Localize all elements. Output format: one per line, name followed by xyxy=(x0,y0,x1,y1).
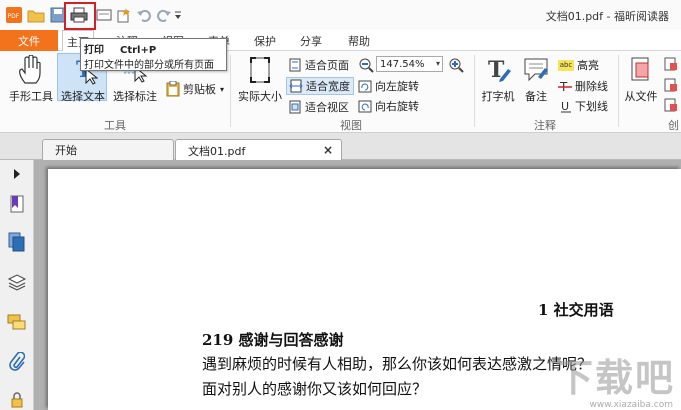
pages-icon[interactable] xyxy=(7,232,27,252)
document-viewport[interactable]: 1 社交用语 219 感谢与回答感谢 遇到麻烦的时候有人相助，那么你该如何表达感… xyxy=(34,160,681,410)
scan-icon[interactable] xyxy=(94,5,114,25)
note-icon xyxy=(524,58,548,82)
layers-icon[interactable] xyxy=(7,272,27,292)
tooltip-shortcut: Ctrl+P xyxy=(120,45,157,56)
tooltip-description: 打印文件中的部分或所有页面 xyxy=(84,60,214,71)
create-option-2[interactable] xyxy=(664,78,681,92)
from-file-icon xyxy=(631,57,649,81)
fit-width-button[interactable]: 适合宽度 xyxy=(286,77,354,95)
underline-icon: U xyxy=(561,100,571,113)
actual-size-button[interactable]: 实际大小 xyxy=(236,55,284,104)
group-label-view: 视图 xyxy=(340,119,362,132)
chapter-heading: 1 社交用语 xyxy=(538,301,614,319)
paragraph-line-2: 面对别人的感谢你又该如何回应？ xyxy=(202,380,428,398)
document-icon xyxy=(664,78,677,92)
from-file-button[interactable]: 从文件 xyxy=(622,55,660,104)
document-icon xyxy=(664,98,677,112)
fit-visible-icon xyxy=(289,100,301,114)
clipboard-icon xyxy=(166,81,180,97)
fit-visible-button[interactable]: 适合视区 xyxy=(288,99,349,115)
zoom-in-button[interactable] xyxy=(448,57,467,73)
create-option-3[interactable] xyxy=(664,98,681,112)
tab-start[interactable]: 开始 xyxy=(42,139,174,160)
highlight-button[interactable]: abc 高亮 xyxy=(558,57,599,73)
group-separator xyxy=(618,55,619,127)
tab-share[interactable]: 分享 xyxy=(296,30,326,51)
note-button[interactable]: 备注 xyxy=(520,55,552,104)
strikeout-button[interactable]: T 删除线 xyxy=(558,78,608,94)
group-label-create: 创 xyxy=(668,119,679,132)
window-title: 文档01.pdf - 福昕阅读器 xyxy=(545,10,669,23)
create-option-1[interactable] xyxy=(664,57,681,71)
left-sidebar xyxy=(0,160,34,410)
hand-tool-button[interactable]: 手形工具 xyxy=(8,55,54,104)
clipboard-button[interactable]: 剪贴板 ▾ xyxy=(166,81,224,97)
svg-text:PDF: PDF xyxy=(8,13,20,20)
fit-page-button[interactable]: 适合页面 xyxy=(288,57,349,73)
fit-page-icon xyxy=(289,58,301,72)
zoom-in-icon xyxy=(449,58,464,73)
fit-width-icon xyxy=(289,79,303,93)
underline-button[interactable]: U 下划线 xyxy=(560,98,608,114)
menu-file[interactable]: 文件 xyxy=(0,30,58,51)
document-tab-bar: 开始 文档01.pdf × xyxy=(0,133,681,161)
open-folder-icon[interactable] xyxy=(26,5,46,25)
section-heading: 219 感谢与回答感谢 xyxy=(202,331,344,349)
group-separator xyxy=(474,55,475,127)
actual-size-icon xyxy=(250,57,270,83)
attachment-icon[interactable] xyxy=(7,352,27,372)
document-icon xyxy=(664,57,677,71)
print-tooltip: 打印 Ctrl+P 打印文件中的部分或所有页面 xyxy=(80,38,227,71)
typewriter-icon: T xyxy=(488,57,511,83)
expand-panel-icon[interactable] xyxy=(7,164,27,184)
zoom-select[interactable]: 147.54% ▾ xyxy=(376,56,443,72)
strikeout-icon: T xyxy=(558,80,572,93)
new-icon[interactable] xyxy=(113,5,133,25)
hand-icon xyxy=(19,55,41,84)
rotate-right-button[interactable]: 向右旋转 xyxy=(358,98,419,114)
title-bar: PDF 文档01.pdf - 福昕阅读器 xyxy=(0,0,681,30)
rotate-right-icon xyxy=(358,100,372,113)
customize-dropdown-icon[interactable] xyxy=(172,5,184,25)
tooltip-title: 打印 xyxy=(84,45,104,56)
group-label-comment: 注释 xyxy=(534,119,556,132)
zoom-out-button[interactable] xyxy=(358,57,377,73)
redo-icon[interactable] xyxy=(154,5,174,25)
app-logo-icon[interactable]: PDF xyxy=(4,5,24,25)
zoom-out-icon xyxy=(359,58,374,73)
comments-icon[interactable] xyxy=(7,312,27,332)
rotate-left-icon xyxy=(358,80,372,93)
group-label-tools: 工具 xyxy=(104,119,126,132)
svg-text:U: U xyxy=(561,100,569,113)
rotate-left-button[interactable]: 向左旋转 xyxy=(358,78,419,94)
highlight-icon: abc xyxy=(558,59,574,71)
print-highlight-box xyxy=(64,2,96,30)
chevron-down-icon: ▾ xyxy=(220,84,225,94)
tab-help[interactable]: 帮助 xyxy=(344,30,374,51)
undo-icon[interactable] xyxy=(134,5,154,25)
tab-document[interactable]: 文档01.pdf × xyxy=(175,139,342,161)
watermark-logo: 下载吧 xyxy=(554,356,675,400)
paragraph-line-1: 遇到麻烦的时候有人相助，那么你该如何表达感激之情呢？ xyxy=(202,355,593,373)
typewriter-button[interactable]: T 打字机 xyxy=(478,55,518,104)
group-separator xyxy=(230,55,231,127)
bookmark-icon[interactable] xyxy=(7,194,27,214)
chevron-down-icon: ▾ xyxy=(435,59,440,68)
tab-protect[interactable]: 保护 xyxy=(250,30,280,51)
security-icon[interactable] xyxy=(7,390,27,410)
close-icon[interactable]: × xyxy=(323,143,333,157)
watermark-url: www.xiazaiba.com xyxy=(589,400,673,410)
